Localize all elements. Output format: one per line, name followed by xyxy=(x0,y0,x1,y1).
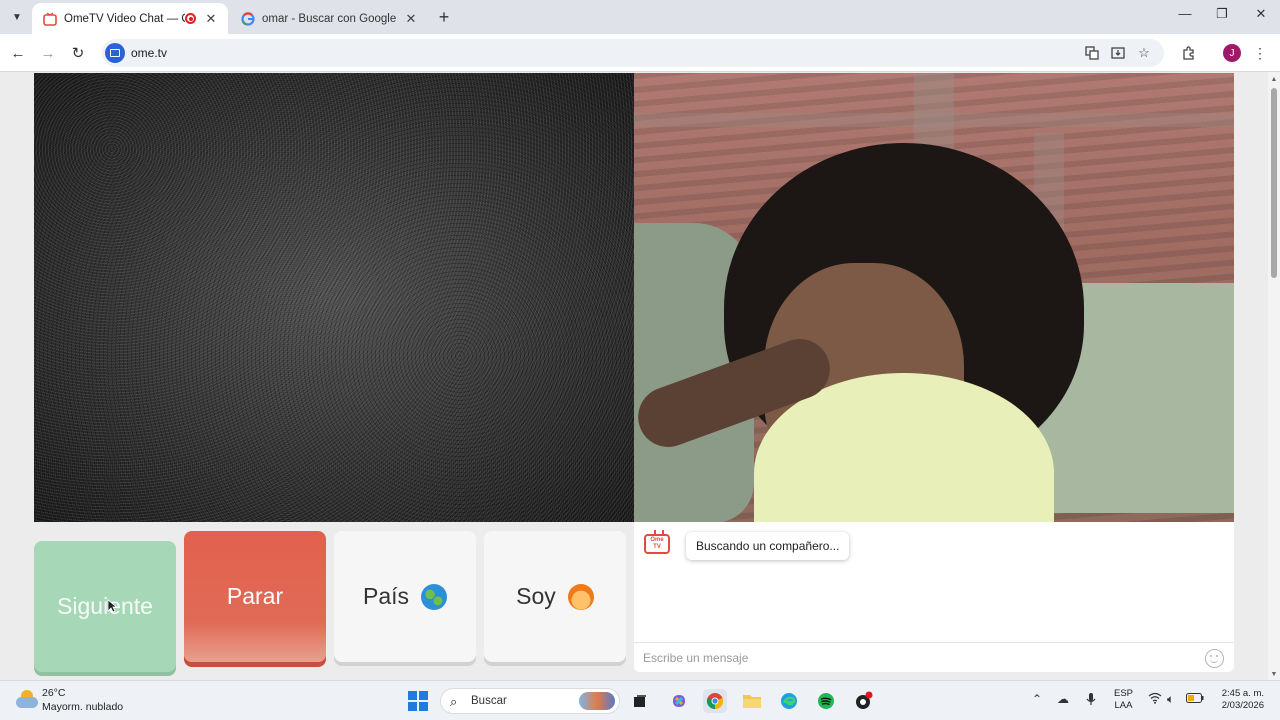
clock-time: 2:45 a. m. xyxy=(1221,688,1264,699)
google-favicon-icon xyxy=(240,11,255,26)
emoji-smiley-icon[interactable] xyxy=(1205,649,1224,668)
forward-button[interactable]: → xyxy=(38,43,58,63)
task-view-icon xyxy=(634,695,646,707)
input-language[interactable]: ESP LAA xyxy=(1114,688,1133,712)
windows-taskbar: 26°C Mayorm. nublado ⌕ Buscar ⌃ ☁ ESP LA… xyxy=(0,680,1280,720)
file-explorer-button[interactable] xyxy=(740,689,764,713)
back-button[interactable]: ← xyxy=(8,43,28,63)
copilot-icon xyxy=(673,695,685,707)
onedrive-cloud-icon[interactable]: ☁ xyxy=(1057,692,1069,706)
mouse-cursor-icon xyxy=(107,599,117,613)
partner-video-static xyxy=(34,73,634,522)
spotify-icon xyxy=(818,693,834,709)
scroll-up-icon[interactable]: ▲ xyxy=(1270,76,1278,83)
close-tab-icon[interactable]: ✕ xyxy=(204,11,218,27)
folder-icon xyxy=(743,695,761,708)
bookmark-star-icon[interactable]: ☆ xyxy=(1136,45,1152,61)
page-scrollbar[interactable]: ▲ ▼ xyxy=(1268,72,1280,680)
edge-icon xyxy=(781,693,797,709)
keyboard-layout: LAA xyxy=(1114,700,1133,711)
gender-button[interactable]: Soy xyxy=(484,531,626,662)
extensions-icon[interactable] xyxy=(1178,43,1198,63)
status-message-text: Buscando un compañero... xyxy=(696,539,840,553)
restore-window-button[interactable]: ❐ xyxy=(1207,6,1237,22)
edge-button[interactable] xyxy=(777,689,801,713)
system-clock[interactable]: 2:45 a. m. 2/03/2026 xyxy=(1212,688,1264,712)
notification-app-icon xyxy=(856,691,873,709)
message-input-row xyxy=(634,642,1234,672)
search-icon: ⌕ xyxy=(450,694,458,709)
boy-face-icon xyxy=(567,583,594,610)
windows-logo-icon xyxy=(408,691,428,711)
globe-icon xyxy=(421,583,448,610)
tab-title: omar - Buscar con Google xyxy=(262,12,397,25)
arrow-right-icon: → xyxy=(40,44,56,62)
tab-strip: ▼ OmeTV Video Chat — Ome ✕ omar - Buscar… xyxy=(0,0,1280,34)
minimize-window-button[interactable]: — xyxy=(1170,6,1200,21)
chat-panel: Ome TV Buscando un compañero... xyxy=(634,522,1234,672)
new-tab-button[interactable]: + xyxy=(434,7,454,27)
reload-icon: ↻ xyxy=(71,45,85,62)
translate-icon[interactable] xyxy=(1084,45,1100,61)
chevron-down-icon: ▼ xyxy=(12,11,22,23)
next-button-label: Siguiente xyxy=(57,593,153,619)
chrome-taskbar-button[interactable] xyxy=(703,689,727,713)
clock-date: 2/03/2026 xyxy=(1221,700,1264,711)
site-info-icon[interactable] xyxy=(105,43,125,63)
tab-search-button[interactable]: ▼ xyxy=(6,7,28,27)
scroll-down-icon[interactable]: ▼ xyxy=(1270,671,1278,678)
status-message-bubble: Buscando un compañero... xyxy=(686,532,850,560)
scroll-thumb[interactable] xyxy=(1271,88,1277,278)
reload-button[interactable]: ↻ xyxy=(68,43,88,63)
weather-description[interactable]: Mayorm. nublado xyxy=(42,701,123,713)
weather-cloud-sun-icon[interactable] xyxy=(14,690,38,710)
ometv-page: Siguiente Parar País Soy Ome TV Buscando… xyxy=(0,72,1268,680)
battery-icon[interactable] xyxy=(1186,692,1204,706)
wifi-icon[interactable] xyxy=(1148,692,1162,707)
close-window-button[interactable]: ✕ xyxy=(1246,6,1276,22)
tab-ometv[interactable]: OmeTV Video Chat — Ome ✕ xyxy=(32,3,228,34)
app-with-notification-button[interactable] xyxy=(851,689,875,713)
close-tab-icon[interactable]: ✕ xyxy=(404,11,418,27)
address-bar[interactable]: ome.tv ☆ xyxy=(102,39,1164,67)
recording-icon xyxy=(185,13,196,24)
taskbar-search-label: Buscar xyxy=(471,695,507,707)
microphone-icon[interactable] xyxy=(1085,692,1097,709)
country-button-label: País xyxy=(362,583,410,609)
country-button[interactable]: País xyxy=(334,531,476,662)
next-button[interactable]: Siguiente xyxy=(34,541,176,672)
ometv-logo: Ome TV xyxy=(644,534,670,554)
wall-mortar xyxy=(634,113,1234,127)
menu-kebab-icon[interactable]: ⋮ xyxy=(1250,43,1270,63)
profile-avatar[interactable]: J xyxy=(1223,44,1241,62)
address-text: ome.tv xyxy=(131,46,168,60)
chevron-up-icon[interactable]: ⌃ xyxy=(1032,692,1042,706)
arrow-left-icon: ← xyxy=(10,44,26,62)
install-app-icon[interactable] xyxy=(1110,45,1126,61)
taskbar-search[interactable]: ⌕ Buscar xyxy=(440,688,620,714)
browser-toolbar: ← → ↻ ome.tv ☆ J ⋮ xyxy=(0,34,1280,72)
search-highlight-icon xyxy=(579,692,615,710)
stop-button[interactable]: Parar xyxy=(184,531,326,662)
spotify-button[interactable] xyxy=(814,689,838,713)
task-view-button[interactable] xyxy=(628,689,652,713)
language-code: ESP xyxy=(1114,688,1134,699)
tab-google-search[interactable]: omar - Buscar con Google ✕ xyxy=(230,3,428,34)
message-input[interactable] xyxy=(643,649,1183,667)
chrome-icon xyxy=(706,693,724,710)
weather-temperature[interactable]: 26°C xyxy=(42,687,65,699)
ometv-favicon-icon xyxy=(42,11,57,26)
stop-button-label: Parar xyxy=(226,583,284,609)
volume-icon[interactable]: 🔈︎ xyxy=(1167,692,1174,707)
copilot-button[interactable] xyxy=(667,689,691,713)
self-camera-video xyxy=(634,73,1234,522)
tab-title: OmeTV Video Chat — Ome xyxy=(64,12,185,25)
gender-button-label: Soy xyxy=(516,583,556,609)
start-button[interactable] xyxy=(406,689,430,713)
